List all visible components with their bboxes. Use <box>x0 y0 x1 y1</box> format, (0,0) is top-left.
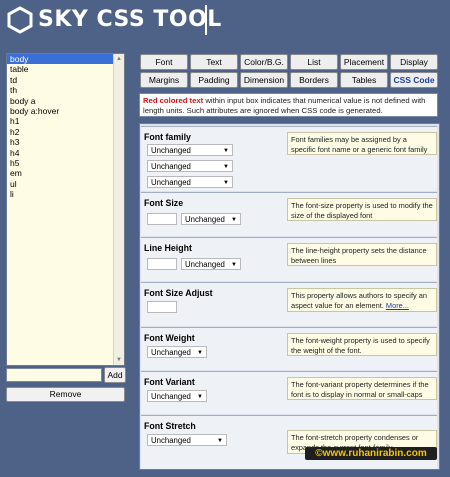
watermark: ©www.ruhanirabin.com <box>305 447 437 460</box>
tab-list[interactable]: List <box>290 54 338 70</box>
tab-text[interactable]: Text <box>190 54 238 70</box>
prop-description: Font families may be assigned by a speci… <box>287 132 437 155</box>
line-height-input[interactable] <box>147 258 177 270</box>
list-scrollbar[interactable]: ▲ ▼ <box>113 54 124 365</box>
list-item[interactable]: body <box>7 54 124 65</box>
prop-description: The font-size property is used to modify… <box>287 198 437 221</box>
font-family-select-3[interactable]: Unchanged ▼ <box>147 176 233 188</box>
chevron-down-icon: ▼ <box>223 180 229 186</box>
info-red-text: Red colored text <box>143 96 204 105</box>
tab-font[interactable]: Font <box>140 54 188 70</box>
title-cursor <box>205 5 207 35</box>
prop-font-family: Font family Unchanged ▼ Unchanged ▼ Unchan… <box>141 126 437 191</box>
font-size-input[interactable] <box>147 213 177 225</box>
tab-css-code[interactable]: CSS Code <box>390 72 438 88</box>
prop-title: Font Weight <box>144 333 195 343</box>
font-stretch-select[interactable]: Unchanged ▼ <box>147 434 227 446</box>
tab-display[interactable]: Display <box>390 54 438 70</box>
prop-title: Font Size <box>144 198 184 208</box>
add-button[interactable]: Add <box>104 367 126 383</box>
chevron-down-icon: ▼ <box>223 148 229 154</box>
scroll-down-icon[interactable]: ▼ <box>115 356 123 364</box>
list-item[interactable]: td <box>7 75 124 85</box>
list-item[interactable]: h4 <box>7 148 124 158</box>
list-item[interactable]: th <box>7 85 124 95</box>
selector-list[interactable]: body table td th body a body a:hover h1 h2 h3 h4 h… <box>6 53 125 366</box>
chevron-down-icon: ▼ <box>197 350 203 356</box>
list-item[interactable]: em <box>7 168 124 178</box>
list-item[interactable]: h2 <box>7 127 124 137</box>
list-item[interactable]: body a <box>7 96 124 106</box>
prop-description: The font-variant property determines if … <box>287 377 437 400</box>
list-item[interactable]: h5 <box>7 158 124 168</box>
prop-description: The line-height property sets the distan… <box>287 243 437 266</box>
font-size-unit-select[interactable]: Unchanged ▼ <box>181 213 241 225</box>
hexagon-logo-icon <box>7 6 33 34</box>
app-header: SKY CSS TOOL <box>0 0 450 44</box>
font-variant-select[interactable]: Unchanged ▼ <box>147 390 207 402</box>
prop-font-variant: Font Variant Unchanged ▼ The font-variant… <box>141 371 437 414</box>
font-family-select-1[interactable]: Unchanged ▼ <box>147 144 233 156</box>
prop-title: Font family <box>144 132 191 142</box>
font-weight-select[interactable]: Unchanged ▼ <box>147 346 207 358</box>
chevron-down-icon: ▼ <box>217 438 223 444</box>
tab-borders[interactable]: Borders <box>290 72 338 88</box>
more-link[interactable]: More... <box>386 301 409 310</box>
tab-padding[interactable]: Padding <box>190 72 238 88</box>
list-item[interactable]: body a:hover <box>7 106 124 116</box>
new-selector-input[interactable] <box>6 368 102 382</box>
info-message: Red colored text within input box indica… <box>139 93 438 117</box>
chevron-down-icon: ▼ <box>231 217 237 223</box>
prop-title: Line Height <box>144 243 192 253</box>
prop-title: Font Size Adjust <box>144 288 213 298</box>
list-item[interactable]: h1 <box>7 116 124 126</box>
app-title: SKY CSS TOOL <box>38 7 222 32</box>
prop-title: Font Variant <box>144 377 195 387</box>
scroll-up-icon[interactable]: ▲ <box>115 55 123 63</box>
prop-description: This property allows authors to specify … <box>287 288 437 312</box>
prop-font-size: Font Size Unchanged ▼ The font-size prope… <box>141 192 437 236</box>
tab-color-bg[interactable]: Color/B.G. <box>240 54 288 70</box>
font-properties-panel: Font family Unchanged ▼ Unchanged ▼ Unchan… <box>139 123 440 470</box>
remove-button[interactable]: Remove <box>6 387 125 402</box>
prop-line-height: Line Height Unchanged ▼ The line-height p… <box>141 237 437 281</box>
font-size-adjust-input[interactable] <box>147 301 177 313</box>
tab-margins[interactable]: Margins <box>140 72 188 88</box>
prop-description: The font-weight property is used to spec… <box>287 333 437 356</box>
prop-font-size-adjust: Font Size Adjust This property allows au… <box>141 282 437 326</box>
font-family-select-2[interactable]: Unchanged ▼ <box>147 160 233 172</box>
list-item[interactable]: ul <box>7 179 124 189</box>
list-item[interactable]: table <box>7 64 124 74</box>
chevron-down-icon: ▼ <box>197 394 203 400</box>
list-item[interactable]: h3 <box>7 137 124 147</box>
tab-dimension[interactable]: Dimension <box>240 72 288 88</box>
tab-tables[interactable]: Tables <box>340 72 388 88</box>
chevron-down-icon: ▼ <box>223 164 229 170</box>
tab-placement[interactable]: Placement <box>340 54 388 70</box>
prop-font-stretch: Font Stretch Unchanged ▼ The font-stretch… <box>141 415 437 469</box>
prop-font-weight: Font Weight Unchanged ▼ The font-weight p… <box>141 327 437 370</box>
list-item[interactable]: li <box>7 189 124 199</box>
line-height-unit-select[interactable]: Unchanged ▼ <box>181 258 241 270</box>
prop-title: Font Stretch <box>144 421 196 431</box>
chevron-down-icon: ▼ <box>231 262 237 268</box>
